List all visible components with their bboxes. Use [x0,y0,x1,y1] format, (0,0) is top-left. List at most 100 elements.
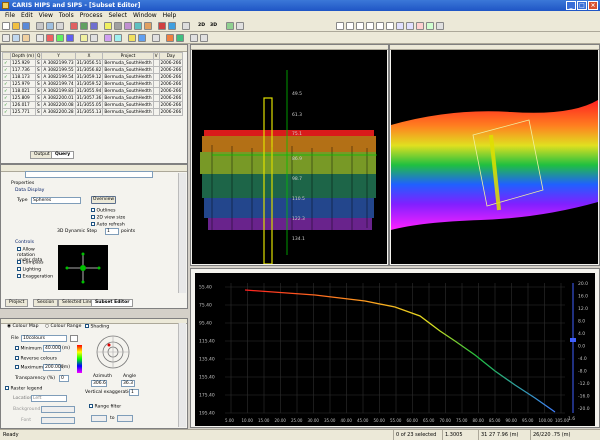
colour-panel-scrollbar[interactable] [178,323,186,427]
check-icon[interactable] [176,34,184,42]
warning-icon[interactable] [166,34,174,42]
pan-icon[interactable] [386,22,394,30]
properties-search-field[interactable] [25,171,153,178]
view-size-checkbox[interactable]: 2D view size [91,215,125,221]
stop-icon[interactable] [158,22,166,30]
color-icon[interactable] [104,34,112,42]
query-icon[interactable] [426,22,434,30]
column-header[interactable]: Project [102,52,154,60]
zoom-extents-icon[interactable] [356,22,364,30]
maximum-checkbox[interactable]: Maximum [15,365,43,371]
file-dropdown[interactable]: 10colours [21,335,67,342]
maximum-input[interactable]: 200.000 [43,364,64,371]
angle-input[interactable]: 36.3 [121,380,135,387]
flag-icon[interactable] [144,22,152,30]
overview-button[interactable]: Overview [91,196,116,204]
pointer-icon[interactable] [46,22,54,30]
zoom-in-icon[interactable] [336,22,344,30]
accept-icon[interactable] [80,22,88,30]
menu-tools[interactable]: Tools [56,11,77,20]
clear-icon[interactable] [416,22,424,30]
select-icon[interactable] [396,22,404,30]
maximize-button[interactable]: □ [577,1,587,10]
grid-icon[interactable] [56,22,64,30]
menu-process[interactable]: Process [77,11,106,20]
profile-icon[interactable] [22,34,30,42]
azimuth-input[interactable]: 306.6 [91,380,107,387]
outlines-checkbox[interactable]: Outlines [91,208,115,214]
tab-project[interactable]: Project [5,299,29,307]
tab-query[interactable]: Query [51,151,75,159]
shading-checkbox[interactable]: Shading [85,324,109,330]
profile-view[interactable]: 55.40 75.40 95.40 115.40 135.40 155.40 175.40 1… [195,273,595,426]
view-3d-button[interactable]: 3D [210,23,217,28]
range-filter-checkbox[interactable]: Range filter [89,404,121,410]
compass-preview[interactable] [58,245,108,290]
menu-file[interactable]: File [2,11,18,20]
reject-icon[interactable] [90,22,98,30]
color-swatch[interactable] [70,335,78,342]
zoom-window-icon[interactable] [366,22,374,30]
minimize-button[interactable]: _ [566,1,576,10]
line-icon[interactable] [12,34,20,42]
table-row[interactable]: ✓ 126.017 S A 3082200.08 31/3055.05 Bermuda_S… [2,101,184,109]
zoom-previous-icon[interactable] [376,22,384,30]
shading-dial[interactable] [93,332,133,372]
colour-range-radio[interactable]: ○ Colour Range [45,324,81,329]
properties-scrollbar[interactable] [178,173,186,293]
menu-edit[interactable]: Edit [18,11,36,20]
range-max-input[interactable] [117,415,133,422]
column-header[interactable]: Depth (m) [10,52,36,60]
table-row[interactable]: ✓ 125.771 S A 3082200.28 31/3055.13 Bermuda_S… [2,108,184,116]
refresh-icon[interactable] [114,22,122,30]
table-row[interactable]: ✓ 125.809 S A 3082200.01 31/3057.36 Bermuda_S… [2,94,184,102]
menu-select[interactable]: Select [105,11,130,20]
column-header[interactable]: X [74,52,104,60]
save-icon[interactable] [22,22,30,30]
table-row[interactable]: ✓ 118.173 S A 3082199.54 31/3059.12 Bermuda_S… [2,73,184,81]
undo-icon[interactable] [190,34,198,42]
column-header[interactable] [2,52,11,60]
examined-icon[interactable] [90,34,98,42]
reject-point-icon[interactable] [46,34,54,42]
reverse-colours-checkbox[interactable]: Reverse colours [15,356,57,362]
auto-refresh-checkbox[interactable]: Auto refresh [91,222,125,228]
new-icon[interactable] [2,22,10,30]
rotate-icon[interactable] [182,22,190,30]
3d-surface-view[interactable] [391,50,598,264]
tab-session[interactable]: Session [33,299,59,307]
edit-icon[interactable] [70,22,78,30]
swath-icon[interactable] [36,34,44,42]
designate-icon[interactable] [66,34,74,42]
sounding-icon[interactable] [2,34,10,42]
info-icon[interactable] [436,22,444,30]
lighting-checkbox[interactable]: Lighting [17,267,41,273]
water-icon[interactable] [138,34,146,42]
colour-map-radio[interactable]: ◉ Colour Map [7,324,39,329]
accept-point-icon[interactable] [56,34,64,42]
tool-icon[interactable] [36,22,44,30]
play-icon[interactable] [168,22,176,30]
settings-icon[interactable] [152,34,160,42]
vertical-exaggeration-input[interactable]: 1 [129,389,139,396]
minimum-checkbox[interactable]: Minimum [15,346,42,352]
highlight-icon[interactable] [104,22,112,30]
tab-subset-editor[interactable]: Subset Editor [91,299,134,307]
3d-point-view[interactable]: 49.5 61.3 75.1 86.9 98.7 110.5 122.3 134… [192,50,387,264]
transparency-input[interactable]: 0 [59,375,69,382]
open-icon[interactable] [12,22,20,30]
close-button[interactable]: × [588,1,598,10]
lightbulb-icon[interactable] [128,34,136,42]
table-row[interactable]: ✓ 118.021 S A 3082199.83 31/3055.94 Bermuda_S… [2,87,184,95]
raster-legend-checkbox[interactable]: Raster legend [5,386,42,392]
surface-icon[interactable] [114,34,122,42]
zoom-out-icon[interactable] [346,22,354,30]
column-header[interactable]: Y [41,52,76,60]
menu-window[interactable]: Window [130,11,160,20]
type-dropdown[interactable]: Spheres [31,197,81,204]
menu-view[interactable]: View [36,11,56,20]
table-row[interactable]: ✓ 117.736 S A 3082199.55 31/3056.82 Bermuda_S… [2,66,184,74]
range-min-input[interactable] [91,415,107,422]
exaggeration-checkbox[interactable]: Exaggeration [17,274,53,280]
location-dropdown[interactable]: Left [31,395,67,402]
